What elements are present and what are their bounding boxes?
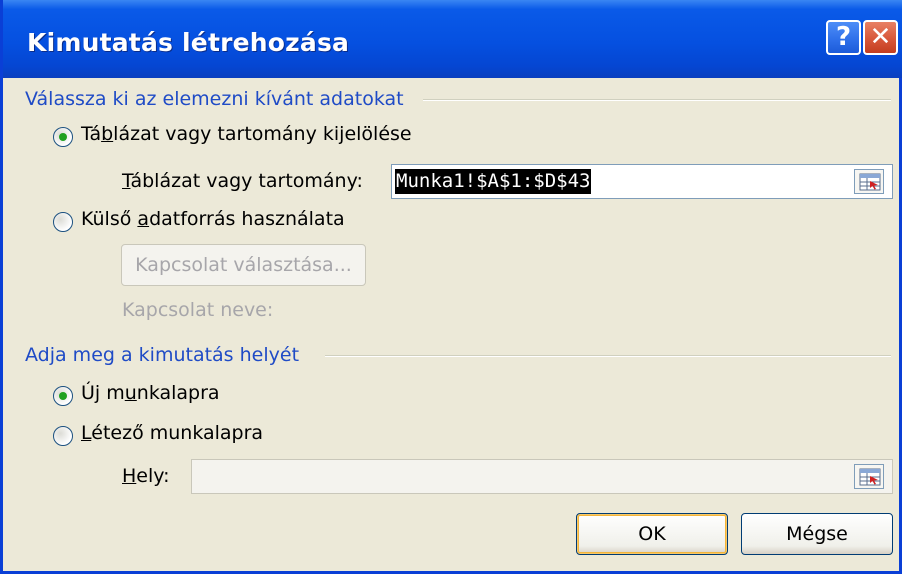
source-group-heading: Válassza ki az elemezni kívánt adatokat [25, 88, 404, 110]
connection-name-label: Kapcsolat neve: [122, 299, 274, 321]
radio-icon[interactable] [53, 127, 73, 147]
radio-table-range-label[interactable]: Táblázat vagy tartomány kijelölése [81, 123, 412, 145]
location-group-heading: Adja meg a kimutatás helyét [25, 344, 300, 366]
ok-button[interactable]: OK [576, 513, 728, 555]
location-group-divider [325, 355, 891, 357]
radio-selected-dot [59, 392, 67, 400]
location-collapse-button[interactable] [854, 464, 884, 489]
radio-icon[interactable] [53, 386, 73, 406]
radio-external-source-label[interactable]: Külső adatforrás használata [81, 208, 345, 230]
radio-icon[interactable] [53, 212, 73, 232]
cancel-button[interactable]: Mégse [741, 513, 893, 555]
location-label: Hely: [122, 465, 170, 487]
radio-new-worksheet-label[interactable]: Új munkalapra [81, 382, 220, 404]
help-button[interactable]: ? [826, 20, 861, 55]
range-picker-icon [859, 468, 881, 486]
table-range-input[interactable]: Munka1!$A$1:$D$43 [391, 164, 893, 199]
title-bar[interactable]: Kimutatás létrehozása ? ✕ [3, 0, 902, 78]
radio-existing-worksheet-label[interactable]: Létező munkalapra [81, 422, 263, 444]
source-group-divider [423, 99, 891, 101]
radio-icon[interactable] [53, 426, 73, 446]
table-range-value: Munka1!$A$1:$D$43 [395, 169, 592, 194]
close-button[interactable]: ✕ [863, 20, 898, 55]
window-title: Kimutatás létrehozása [27, 28, 350, 57]
pivot-dialog: Kimutatás létrehozása ? ✕ Válassza ki az… [0, 0, 902, 574]
collapse-dialog-button[interactable] [854, 169, 884, 194]
range-picker-icon [859, 173, 881, 191]
table-range-label: Táblázat vagy tartomány: [122, 170, 363, 192]
choose-connection-button[interactable]: Kapcsolat választása... [121, 244, 366, 286]
location-input[interactable] [191, 459, 893, 494]
radio-selected-dot [59, 133, 67, 141]
